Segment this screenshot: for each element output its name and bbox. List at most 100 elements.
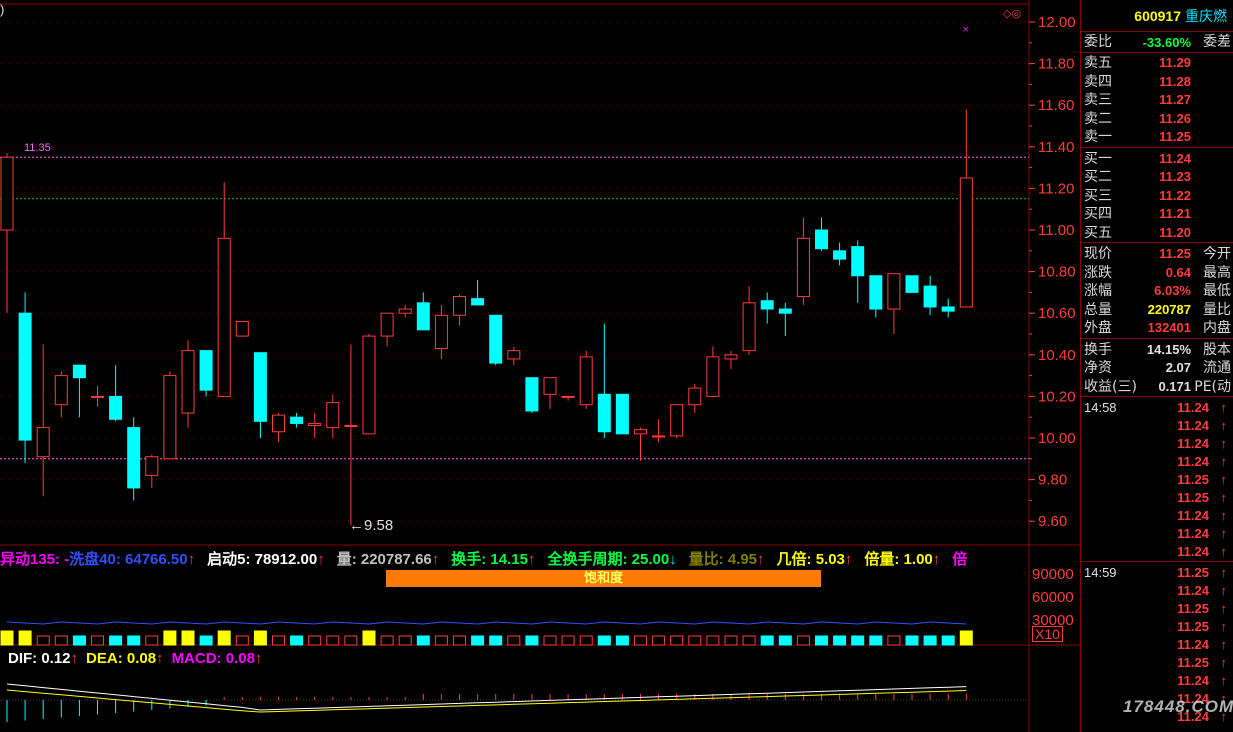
stat-row: 外盘 132401 内盘 <box>1081 319 1233 338</box>
candle-body <box>959 177 973 308</box>
volume-bar <box>760 635 774 646</box>
candle-body <box>652 435 666 438</box>
bid-level-value: 11.21 <box>1159 206 1191 221</box>
high-line-label: 11.35 <box>24 142 51 154</box>
volume-bar <box>253 630 267 646</box>
tick-row: 14:58 11.24 ↑ <box>1081 399 1233 417</box>
stat-row-value: 220787 <box>1147 301 1191 317</box>
volume-bar <box>561 635 575 646</box>
stat-row-label2: 内盘 <box>1203 320 1231 336</box>
candle <box>362 334 376 435</box>
stat-row-value: 14.15% <box>1146 341 1191 357</box>
price-tick-label: 11.80 <box>1038 56 1074 73</box>
tick-row: 11.24 ↑ <box>1081 435 1233 453</box>
volume-bar <box>815 635 828 646</box>
stat-row-value: 6.03% <box>1154 283 1191 298</box>
candle <box>652 419 666 443</box>
price-tick-label: 11.20 <box>1038 180 1074 197</box>
stat-row-label2: PE(动 <box>1194 378 1231 395</box>
candle-body <box>235 321 249 337</box>
ask-level-value: 11.26 <box>1159 110 1191 126</box>
volume-multiplier-label[interactable]: X10 <box>1032 626 1063 642</box>
volume-bar <box>54 635 68 646</box>
tick-price: 11.25 <box>1177 619 1209 634</box>
macd-dea-line <box>6 689 967 713</box>
volume-ma-line <box>6 621 967 625</box>
volume-tick: 90000 <box>1032 566 1074 583</box>
candle <box>706 346 720 397</box>
weibi-row: 委比 -33.60% 委差 <box>1081 32 1233 53</box>
volume-bar <box>724 635 738 646</box>
bid-level-value: 11.24 <box>1159 150 1191 166</box>
stat-row-value: 2.07 <box>1165 360 1191 375</box>
volume-tick: 60000 <box>1032 589 1074 606</box>
candle-body <box>597 393 611 433</box>
volume-bar <box>416 635 430 646</box>
bid-level: 买四 11.21 <box>1081 205 1233 224</box>
candle-body <box>308 422 322 427</box>
candle-body <box>561 395 575 398</box>
candle-body <box>72 364 86 379</box>
candle-body <box>18 312 32 441</box>
candle-body <box>199 350 213 391</box>
candle-body <box>815 229 828 250</box>
ask-level-value: 11.27 <box>1159 92 1191 107</box>
tick-price: 11.25 <box>1177 565 1209 580</box>
tick-price: 11.24 <box>1177 436 1209 451</box>
candle <box>471 279 485 306</box>
candle <box>36 344 50 497</box>
candle-body <box>525 377 539 412</box>
volume-bar <box>344 635 358 646</box>
candle <box>326 394 340 438</box>
candle <box>851 240 865 303</box>
stat-row-label: 净资 <box>1084 360 1112 376</box>
bid-level-label: 买四 <box>1084 206 1112 222</box>
tick-arrow-icon: ↑ <box>1220 454 1228 469</box>
corner-mark: ◇◎ <box>1003 7 1021 20</box>
volume-bar <box>851 635 865 646</box>
tick-price: 11.24 <box>1177 637 1209 652</box>
candle-body <box>91 395 104 398</box>
candle-body <box>36 427 50 458</box>
candle-body <box>507 350 521 360</box>
indicator-item: ↑ <box>431 551 440 568</box>
indicator-item: 启动5: 78912.00 <box>207 551 318 568</box>
stat-row-value: 0.171 <box>1158 378 1191 394</box>
volume-bar <box>507 635 521 646</box>
low-marker-label: ←9.58 <box>349 517 393 534</box>
candle <box>380 312 394 347</box>
tick-time: 14:59 <box>1084 565 1117 580</box>
stat-row-value: 0.64 <box>1165 264 1191 280</box>
candle <box>290 413 304 428</box>
tick-arrow-icon: ↑ <box>1220 544 1228 559</box>
candle <box>416 292 430 331</box>
price-tick-label: 11.60 <box>1038 97 1074 114</box>
macd-item: ↑ <box>254 650 263 667</box>
macd-item: MACD: 0.08 <box>171 650 255 667</box>
candle <box>489 314 503 366</box>
bid-level: 买三 11.22 <box>1081 187 1233 206</box>
volume-bar <box>597 635 611 646</box>
stat-row-label: 外盘 <box>1084 320 1112 336</box>
candle <box>760 292 774 324</box>
tick-price: 11.25 <box>1177 601 1209 616</box>
volume-bar <box>290 635 304 646</box>
candle <box>833 242 847 266</box>
indicator-item: ↑ <box>844 551 853 568</box>
stock-code[interactable]: 600917 <box>1134 8 1181 24</box>
volume-bar <box>959 630 973 646</box>
indicator-item: 倍量: 1.00 <box>864 551 933 568</box>
volume-bar <box>670 635 684 646</box>
tick-row: 11.24 ↑ <box>1081 672 1233 690</box>
tick-row: 11.25 ↑ <box>1081 600 1233 618</box>
price-tick-label: 12.00 <box>1038 14 1076 31</box>
tick-price: 11.24 <box>1177 673 1209 688</box>
stock-name[interactable]: 重庆燃 <box>1185 6 1227 26</box>
ask-level-label: 卖四 <box>1084 73 1112 90</box>
ask-level-value: 11.28 <box>1159 73 1191 89</box>
volume-bar <box>272 635 285 646</box>
indicator-item: ↑ <box>757 551 765 568</box>
volume-bar <box>362 630 376 646</box>
tick-row: 11.24 ↑ <box>1081 582 1233 600</box>
volume-bar <box>217 630 231 646</box>
